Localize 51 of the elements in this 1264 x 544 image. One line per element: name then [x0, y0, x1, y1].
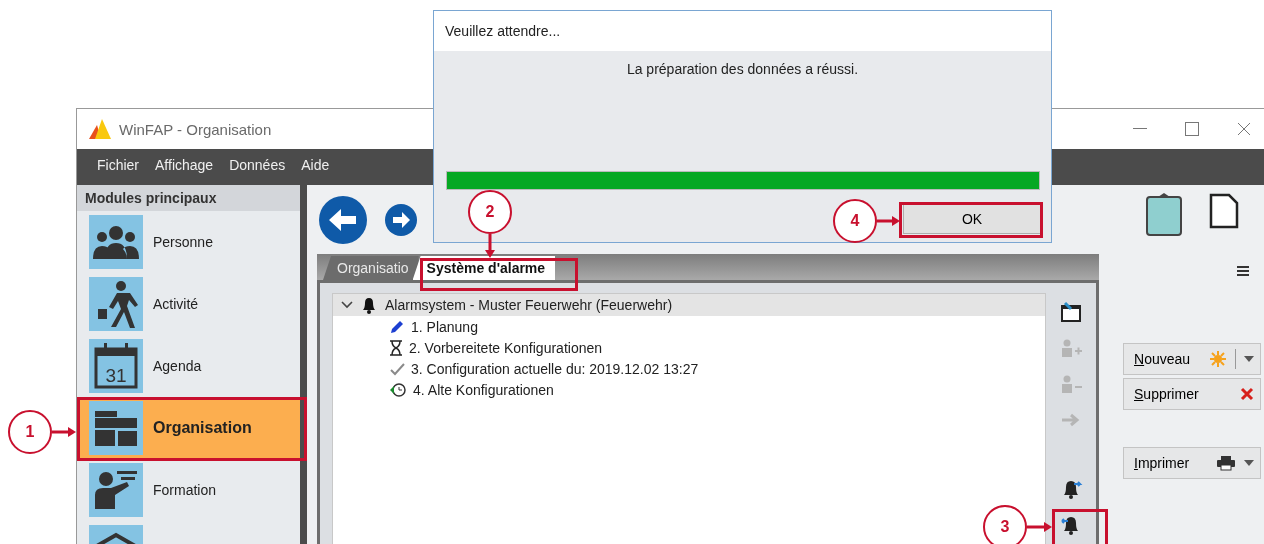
pencil-icon	[389, 318, 405, 335]
close-icon[interactable]	[1237, 122, 1251, 136]
sidebar-item[interactable]: Formation	[77, 459, 300, 521]
callout-arrow	[1027, 521, 1052, 533]
menu-item[interactable]: Données	[223, 157, 292, 173]
maximize-icon[interactable]	[1185, 122, 1199, 136]
tree-node[interactable]: 2. Vorbereitete Konfigurationen	[409, 339, 603, 356]
folders-icon	[89, 401, 143, 455]
hourglass-icon	[389, 339, 403, 356]
sidebar-item[interactable]: Organisation	[77, 397, 300, 459]
action-button[interactable]: Nouveau	[1123, 343, 1261, 375]
dialog-title: Veuillez attendre...	[434, 11, 1051, 51]
walking-person-icon	[89, 277, 143, 331]
people-icon	[89, 215, 143, 269]
highlight-frame	[1052, 509, 1108, 544]
presenter-icon	[89, 463, 143, 517]
sidebar-item[interactable]: Activité	[77, 273, 300, 335]
caret-icon[interactable]	[1244, 356, 1254, 362]
caret-icon[interactable]	[1244, 460, 1254, 466]
menu-item[interactable]: Aide	[295, 157, 336, 173]
calendar-icon: 31	[89, 339, 143, 393]
clipboard-icon[interactable]	[1145, 193, 1183, 237]
action-button[interactable]: Imprimer	[1123, 447, 1261, 479]
document-icon[interactable]	[1209, 193, 1239, 229]
step-number: 1	[8, 410, 52, 454]
tree-node[interactable]: 3. Configuration actuelle du: 2019.12.02 13:27	[411, 360, 699, 377]
sidebar-item[interactable]: 31 Agenda	[77, 335, 300, 397]
sidebar-item[interactable]: Personne	[77, 211, 300, 273]
chevron-icon[interactable]	[341, 301, 353, 309]
tree-node[interactable]: 4. Alte Konfigurationen	[413, 381, 554, 398]
minimize-icon[interactable]	[1133, 128, 1147, 130]
callout-arrow	[877, 215, 900, 227]
action-button[interactable]: Supprimer	[1123, 378, 1261, 410]
app-logo-icon	[89, 119, 111, 139]
checkmark-icon	[389, 361, 405, 376]
tree-node[interactable]: 1. Planung	[411, 318, 478, 335]
window-title: WinFAP - Organisation	[119, 120, 272, 138]
sun-icon	[1209, 350, 1227, 368]
ok-button[interactable]: OK	[903, 204, 1041, 234]
bell-icon	[361, 296, 377, 314]
menu-icon[interactable]	[1237, 265, 1249, 277]
callout-arrow	[484, 234, 496, 258]
callout-arrow	[52, 426, 76, 438]
sidebar-header: Modules principaux	[77, 185, 300, 211]
printer-icon	[1216, 455, 1236, 471]
menu-item[interactable]: Fichier	[91, 157, 145, 173]
history-icon	[389, 381, 407, 398]
tab[interactable]: Organisatio	[323, 256, 419, 280]
dialog-message: La préparation des données a réussi.	[625, 61, 860, 77]
close-icon	[1240, 387, 1254, 401]
menu-item[interactable]: Affichage	[149, 157, 220, 173]
